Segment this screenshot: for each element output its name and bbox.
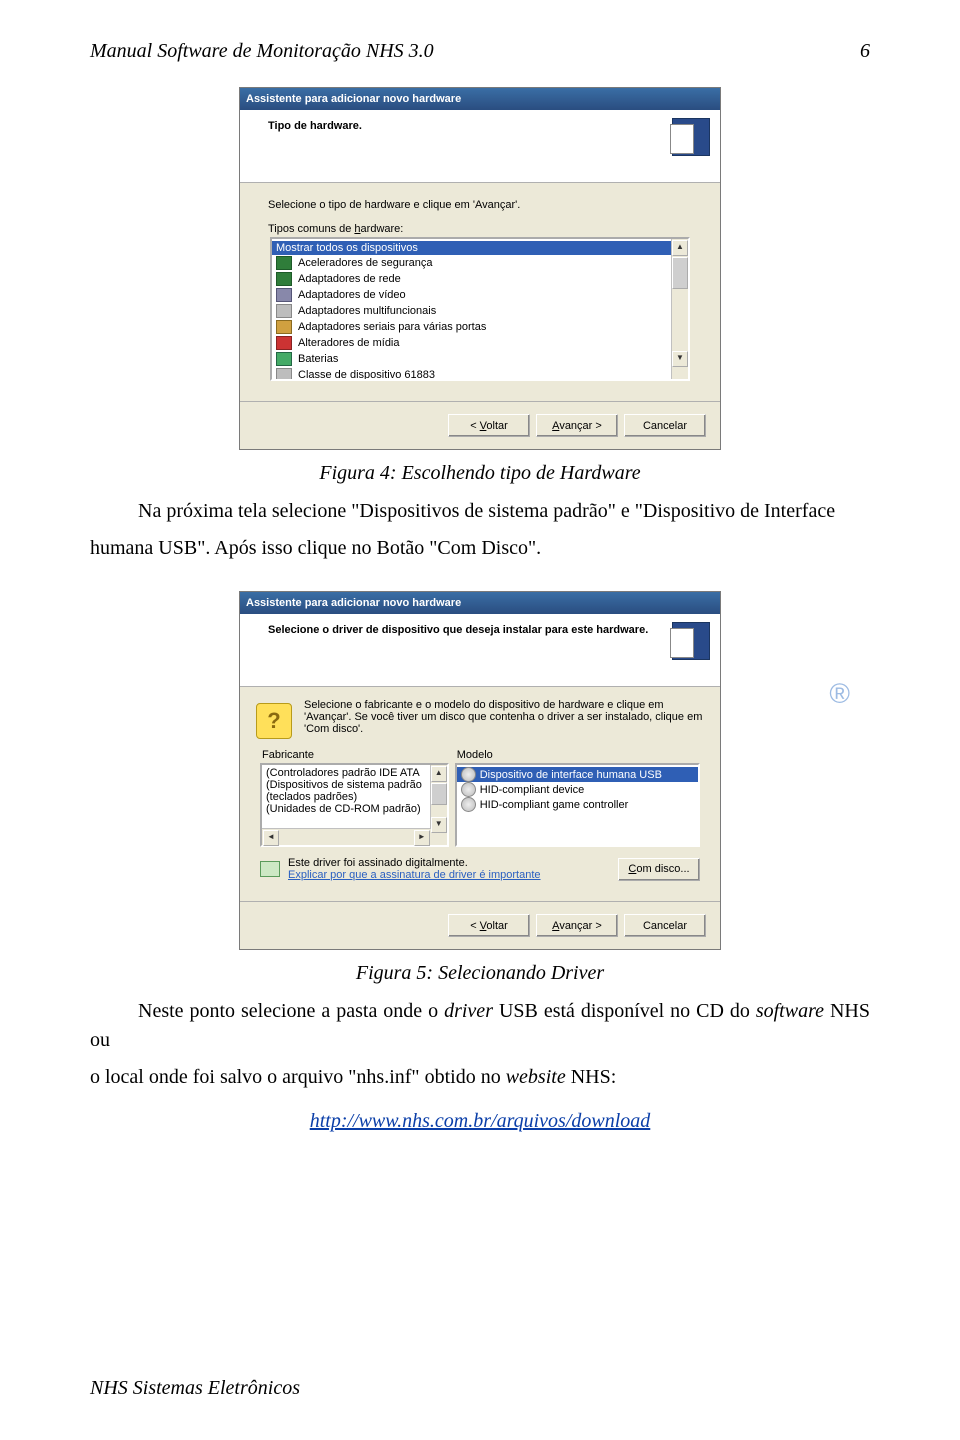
wizard-buttons: < Voltar Avançar > Cancelar	[240, 901, 720, 949]
list-item[interactable]: HID-compliant device	[457, 782, 698, 797]
page-number: 6	[860, 40, 870, 63]
instruction-text: Selecione o fabricante e o modelo do dis…	[304, 699, 704, 739]
next-button[interactable]: Avançar >	[536, 914, 618, 937]
wizard-buttons: < Voltar Avançar > Cancelar	[240, 401, 720, 449]
serial-icon	[276, 320, 292, 334]
driver-icon	[461, 782, 476, 797]
wizard-select-driver: Assistente para adicionar novo hardware …	[239, 591, 721, 950]
why-signature-link[interactable]: Explicar por que a assinatura de driver …	[288, 869, 541, 881]
window-titlebar[interactable]: Assistente para adicionar novo hardware	[240, 88, 720, 110]
monitor-icon	[276, 288, 292, 302]
have-disk-button[interactable]: Com disco...	[618, 858, 700, 881]
list-item[interactable]: Adaptadores multifuncionais	[272, 303, 688, 319]
hardware-type-list[interactable]: Mostrar todos os dispositivos Acelerador…	[270, 237, 690, 381]
driver-icon	[461, 797, 476, 812]
list-label: Tipos comuns de hardware:	[268, 223, 698, 235]
battery-icon	[276, 352, 292, 366]
wizard-heading: Tipo de hardware.	[268, 120, 706, 132]
list-item[interactable]: Dispositivo de interface humana USB	[457, 767, 698, 782]
hardware-icon	[670, 118, 710, 158]
wizard-hardware-type: Assistente para adicionar novo hardware …	[239, 87, 721, 450]
paragraph: Neste ponto selecione a pasta onde o dri…	[90, 997, 870, 1055]
scrollbar[interactable]: ▲ ▼	[671, 239, 688, 379]
doc-header: Manual Software de Monitoração NHS 3.0	[90, 40, 870, 63]
hardware-icon	[670, 622, 710, 662]
media-icon	[276, 336, 292, 350]
scrollbar[interactable]: ▲ ▼	[430, 765, 447, 845]
hscrollbar[interactable]: ◄ ►	[262, 828, 431, 845]
list-item[interactable]: Alteradores de mídia	[272, 335, 688, 351]
window-titlebar[interactable]: Assistente para adicionar novo hardware	[240, 592, 720, 614]
wizard-header: Selecione o driver de dispositivo que de…	[240, 614, 720, 687]
list-item[interactable]: (Dispositivos de sistema padrão	[262, 779, 447, 791]
figure-caption: Figura 5: Selecionando Driver	[90, 962, 870, 985]
scroll-up-button[interactable]: ▲	[431, 766, 447, 782]
wizard-header: Tipo de hardware.	[240, 110, 720, 183]
back-button[interactable]: < Voltar	[448, 914, 530, 937]
instruction-text: Selecione o tipo de hardware e clique em…	[268, 199, 690, 211]
cancel-button[interactable]: Cancelar	[624, 914, 706, 937]
list-item[interactable]: Mostrar todos os dispositivos	[272, 241, 688, 255]
question-icon: ?	[256, 703, 292, 739]
scroll-up-button[interactable]: ▲	[672, 240, 688, 256]
paragraph: o local onde foi salvo o arquivo "nhs.in…	[90, 1063, 870, 1092]
list-item[interactable]: Baterias	[272, 351, 688, 367]
doc-footer: NHS Sistemas Eletrônicos	[90, 1377, 300, 1400]
manufacturer-label: Fabricante	[262, 749, 449, 761]
next-button[interactable]: Avançar >	[536, 414, 618, 437]
registered-mark: ®	[829, 678, 850, 710]
device-icon	[276, 304, 292, 318]
figure-caption: Figura 4: Escolhendo tipo de Hardware	[90, 462, 870, 485]
list-item[interactable]: (Unidades de CD-ROM padrão)	[262, 803, 447, 815]
scroll-thumb[interactable]	[672, 257, 688, 289]
paragraph: humana USB". Após isso clique no Botão "…	[90, 534, 870, 563]
list-item[interactable]: (teclados padrões)	[262, 791, 447, 803]
scroll-down-button[interactable]: ▼	[431, 817, 447, 833]
scroll-right-button[interactable]: ►	[414, 830, 430, 846]
list-item[interactable]: Classe de dispositivo 61883	[272, 367, 688, 379]
driver-icon	[461, 767, 476, 782]
list-item[interactable]: (Controladores padrão IDE ATA	[262, 767, 447, 779]
list-item[interactable]: HID-compliant game controller	[457, 797, 698, 812]
chip-icon	[276, 272, 292, 286]
model-list[interactable]: Dispositivo de interface humana USB HID-…	[455, 763, 700, 847]
list-item[interactable]: Aceleradores de segurança	[272, 255, 688, 271]
chip-icon	[276, 256, 292, 270]
cancel-button[interactable]: Cancelar	[624, 414, 706, 437]
device-icon	[276, 368, 292, 379]
signed-text: Este driver foi assinado digitalmente.	[288, 857, 610, 869]
scroll-down-button[interactable]: ▼	[672, 351, 688, 367]
list-item[interactable]: Adaptadores seriais para várias portas	[272, 319, 688, 335]
manufacturer-list[interactable]: (Controladores padrão IDE ATA (Dispositi…	[260, 763, 449, 847]
back-button[interactable]: < Voltar	[448, 414, 530, 437]
signed-icon	[260, 861, 280, 877]
download-link[interactable]: http://www.nhs.com.br/arquivos/download	[310, 1110, 651, 1132]
paragraph: Na próxima tela selecione "Dispositivos …	[90, 497, 870, 526]
list-item[interactable]: Adaptadores de rede	[272, 271, 688, 287]
model-label: Modelo	[457, 749, 700, 761]
scroll-left-button[interactable]: ◄	[263, 830, 279, 846]
wizard-heading: Selecione o driver de dispositivo que de…	[268, 624, 658, 636]
scroll-thumb[interactable]	[431, 783, 447, 805]
list-item[interactable]: Adaptadores de vídeo	[272, 287, 688, 303]
